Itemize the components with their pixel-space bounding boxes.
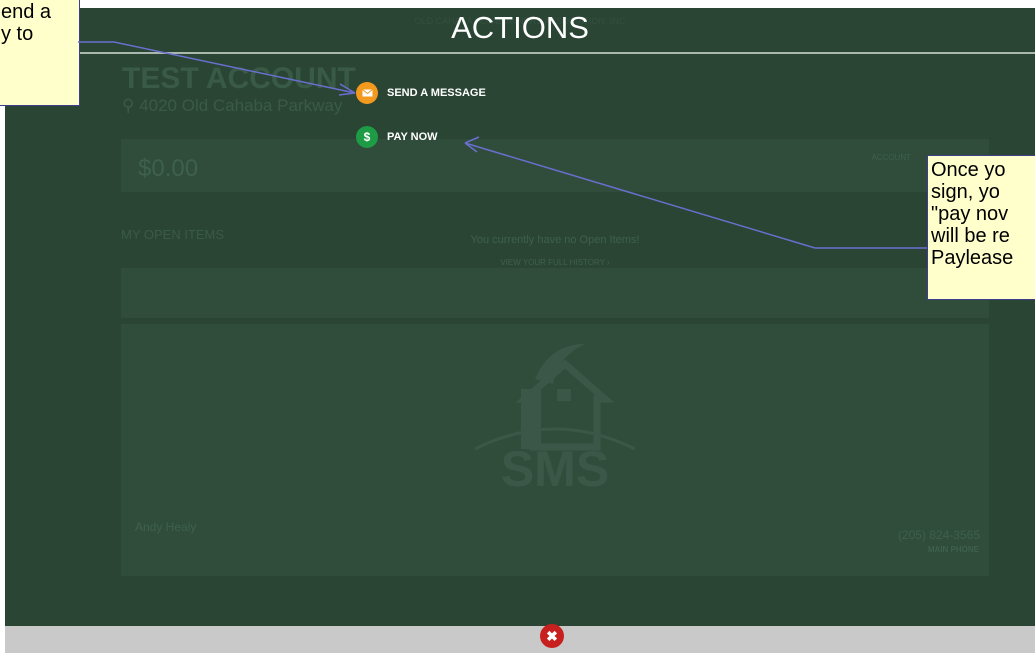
callout-arrows <box>78 41 927 249</box>
